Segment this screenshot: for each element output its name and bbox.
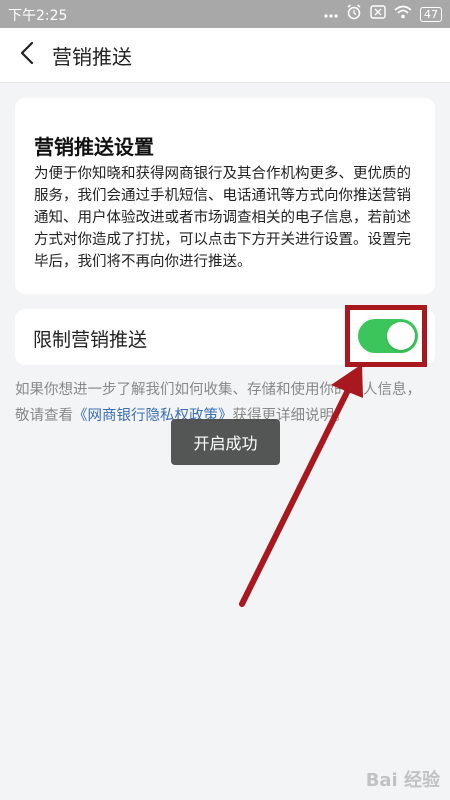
card-title: 营销推送设置	[34, 135, 154, 159]
sim-off-icon	[370, 5, 386, 23]
limit-push-label: 限制营销推送	[33, 329, 148, 351]
status-icons: 47	[324, 4, 442, 24]
wifi-icon	[394, 5, 412, 23]
dots-icon	[324, 6, 338, 22]
settings-card: 营销推送设置 为便于你知晓和获得网商银行及其合作机构更多、更优质的服务，我们会通…	[15, 98, 435, 294]
watermark: Bai 经验	[365, 770, 440, 791]
card-description: 为便于你知晓和获得网商银行及其合作机构更多、更优质的服务，我们会通过手机短信、电…	[34, 166, 411, 270]
chevron-left-icon	[19, 41, 35, 69]
back-button[interactable]	[12, 40, 42, 70]
header-bar: 营销推送	[0, 28, 450, 83]
status-bar: 下午2:25 47	[0, 0, 450, 28]
limit-push-row: 限制营销推送	[15, 309, 435, 365]
alarm-icon	[346, 4, 362, 24]
status-time: 下午2:25	[8, 8, 68, 24]
toggle-knob	[387, 322, 415, 350]
battery-icon: 47	[420, 6, 442, 22]
toast-message: 开启成功	[171, 419, 280, 465]
page-title: 营销推送	[52, 45, 132, 69]
limit-push-toggle[interactable]	[358, 319, 418, 353]
